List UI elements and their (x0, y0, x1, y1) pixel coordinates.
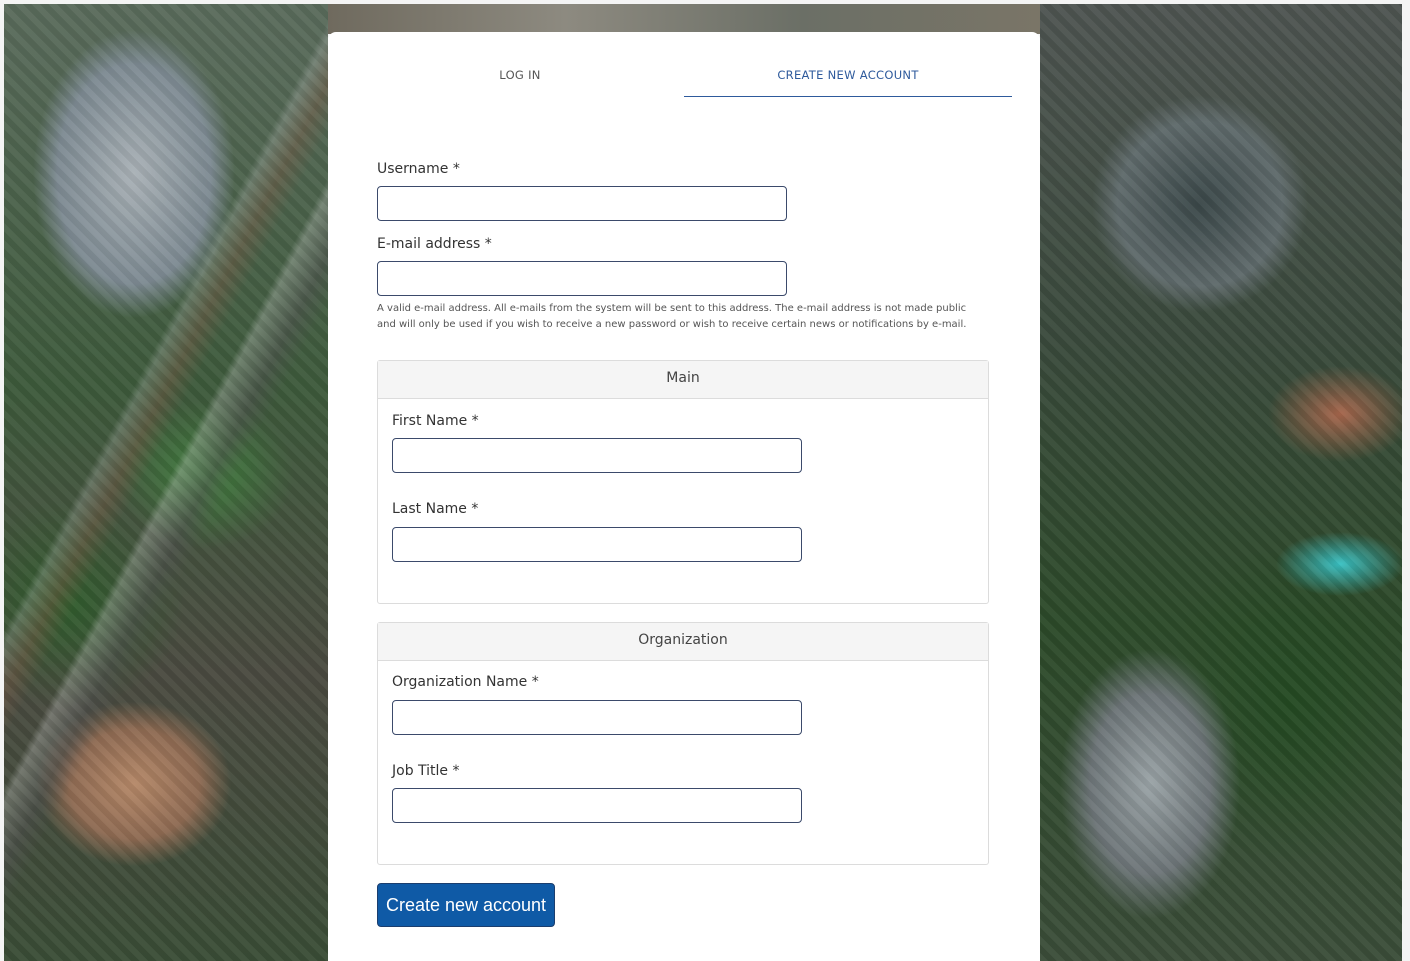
first-name-label: First Name * (392, 413, 479, 429)
fieldset-organization-legend: Organization (378, 623, 988, 661)
tab-create-new-account[interactable]: CREATE NEW ACCOUNT (684, 60, 1012, 97)
tab-log-in[interactable]: LOG IN (356, 60, 684, 96)
email-input[interactable] (377, 261, 787, 296)
last-name-input[interactable] (392, 527, 802, 562)
last-name-label: Last Name * (392, 501, 479, 517)
job-title-label: Job Title * (392, 763, 460, 779)
fieldset-organization: Organization Organization Name * Job Tit… (377, 622, 989, 865)
email-label: E-mail address * (377, 236, 492, 252)
job-title-input[interactable] (392, 788, 802, 823)
email-help-text: A valid e-mail address. All e-mails from… (377, 303, 967, 330)
fieldset-main: Main First Name * Last Name * (377, 360, 989, 604)
organization-name-input[interactable] (392, 700, 802, 735)
create-new-account-button[interactable]: Create new account (377, 883, 555, 927)
account-card: LOG IN CREATE NEW ACCOUNT Username * E-m… (328, 32, 1040, 961)
background-aerial-right (1040, 4, 1402, 961)
fieldset-main-legend: Main (378, 361, 988, 399)
page: LOG IN CREATE NEW ACCOUNT Username * E-m… (0, 0, 1410, 961)
background-aerial-top (328, 4, 1040, 34)
organization-name-label: Organization Name * (392, 674, 539, 690)
username-input[interactable] (377, 186, 787, 221)
account-tabs: LOG IN CREATE NEW ACCOUNT (356, 60, 1012, 97)
username-label: Username * (377, 161, 460, 177)
first-name-input[interactable] (392, 438, 802, 473)
background-aerial-left (4, 4, 328, 961)
